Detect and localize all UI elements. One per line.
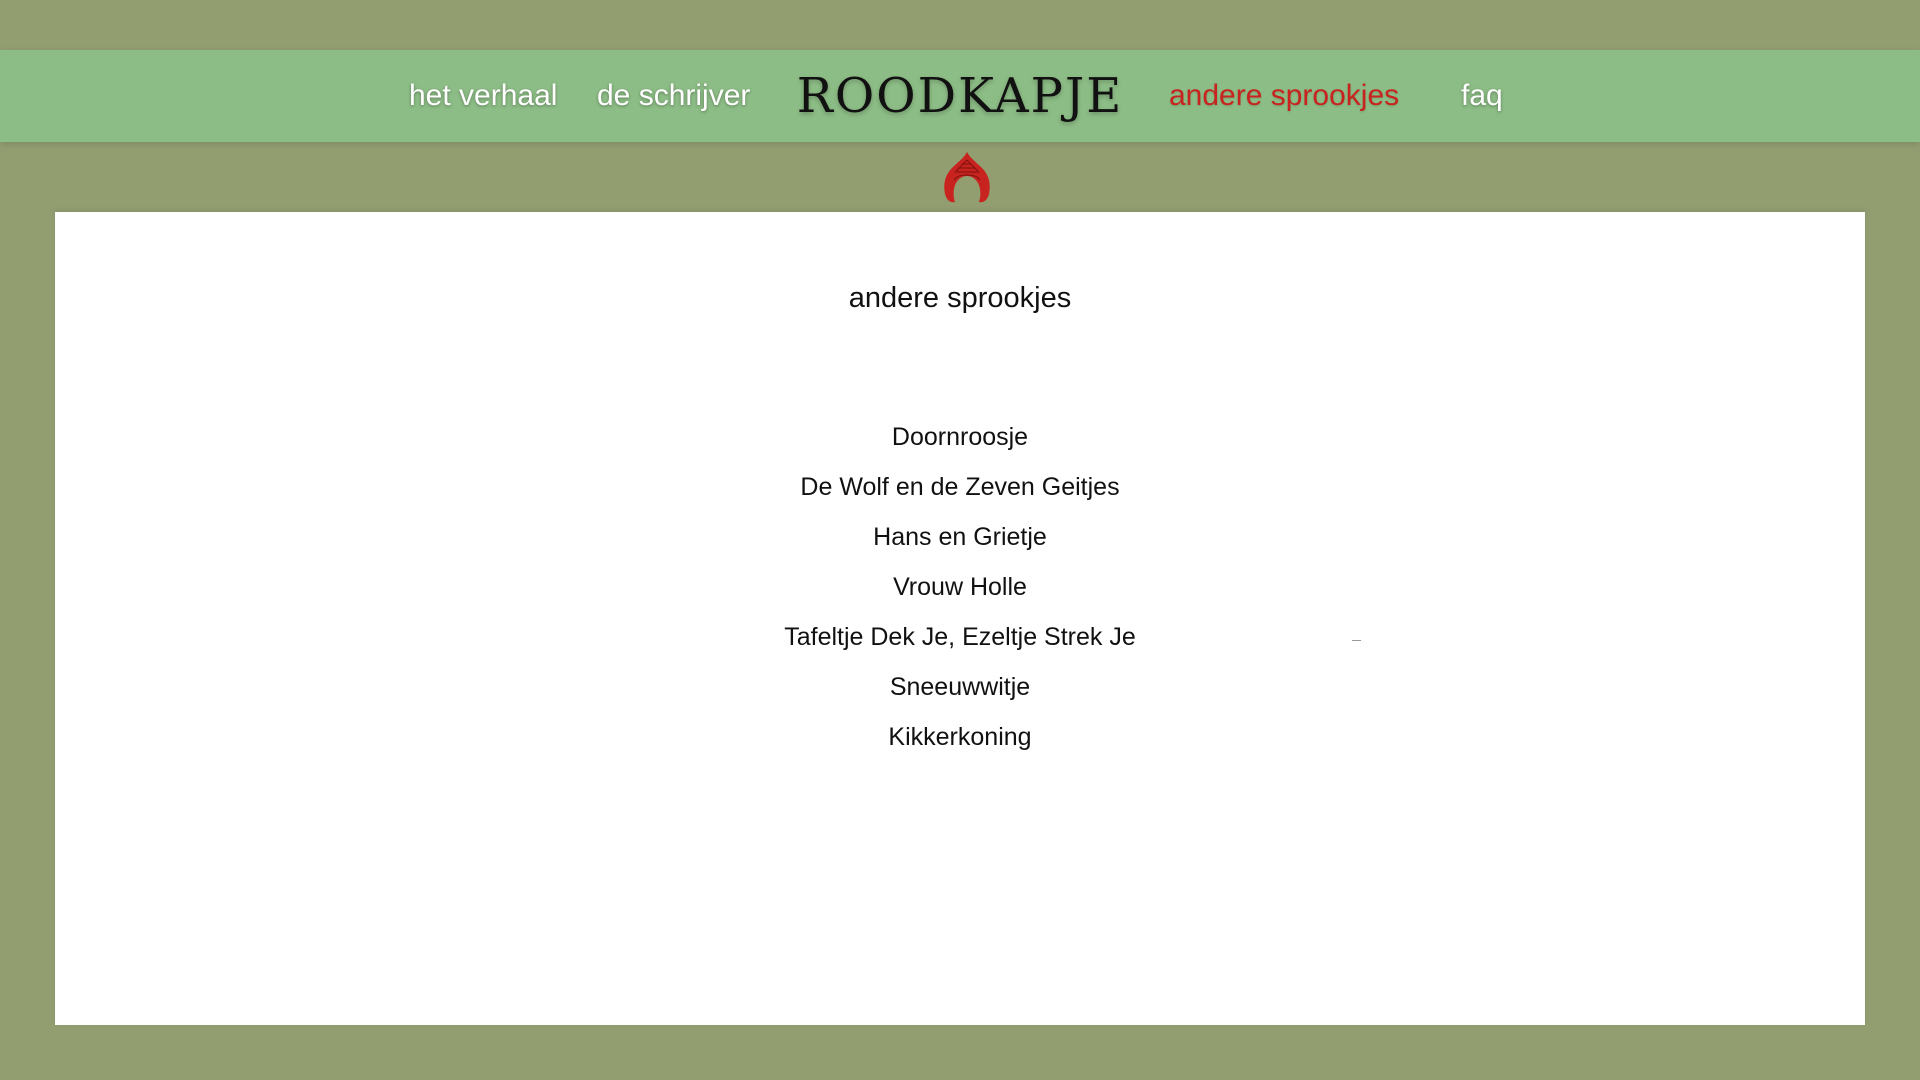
tale-link-hans-en-grietje[interactable]: Hans en Grietje [873,523,1047,551]
list-item: Kikkerkoning [55,712,1865,762]
list-item: Sneeuwwitje [55,662,1865,712]
top-navigation: het verhaal de schrijver ROODKAPJE ander… [0,50,1920,142]
list-item: Hans en Grietje [55,512,1865,562]
nav-link-het-verhaal[interactable]: het verhaal [409,50,557,142]
page: het verhaal de schrijver ROODKAPJE ander… [0,0,1920,1080]
tale-link-doornroosje[interactable]: Doornroosje [892,423,1028,451]
page-title: andere sprookjes [848,282,1072,314]
list-item: Vrouw Holle [55,562,1865,612]
content-panel: andere sprookjes Doornroosje De Wolf en … [55,212,1865,1025]
list-item: Tafeltje Dek Je, Ezeltje Strek Je [55,612,1865,662]
site-brand-logo[interactable]: ROODKAPJE [760,50,1160,142]
list-item: Doornroosje [55,412,1865,462]
tale-link-vrouw-holle[interactable]: Vrouw Holle [893,573,1027,601]
fairy-tale-list: Doornroosje De Wolf en de Zeven Geitjes … [55,412,1865,762]
tale-link-kikkerkoning[interactable]: Kikkerkoning [888,723,1031,751]
divider-mark [1352,640,1361,641]
tale-link-sneeuwwitje[interactable]: Sneeuwwitje [890,673,1030,701]
tale-link-de-wolf-en-de-zeven-geitjes[interactable]: De Wolf en de Zeven Geitjes [800,473,1119,501]
red-hood-icon [944,152,990,203]
nav-link-de-schrijver[interactable]: de schrijver [597,50,750,142]
nav-link-andere-sprookjes[interactable]: andere sprookjes [1169,50,1399,142]
tale-link-tafeltje-dek-je[interactable]: Tafeltje Dek Je, Ezeltje Strek Je [784,623,1136,651]
nav-link-faq[interactable]: faq [1461,50,1503,142]
list-item: De Wolf en de Zeven Geitjes [55,462,1865,512]
